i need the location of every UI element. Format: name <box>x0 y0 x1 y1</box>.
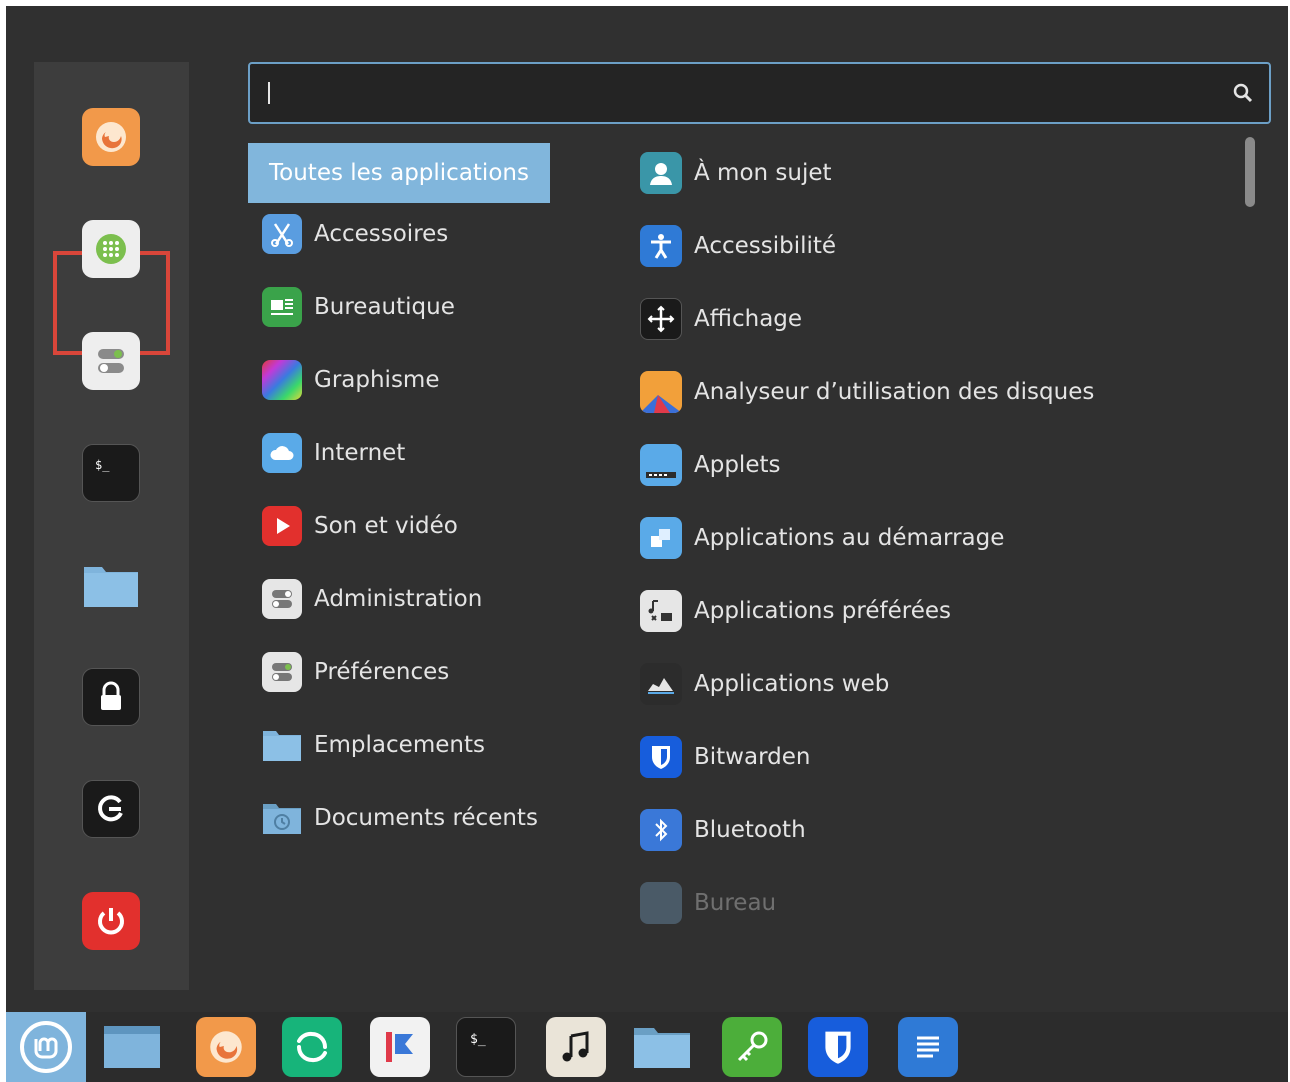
preferences-toggle-icon <box>262 652 302 692</box>
play-icon <box>262 506 302 546</box>
category-label: Emplacements <box>314 732 485 758</box>
scissors-icon <box>262 214 302 254</box>
category-label: Accessoires <box>314 221 449 247</box>
cloud-icon <box>262 433 302 473</box>
music-player-icon[interactable] <box>546 1017 606 1077</box>
firefox-icon[interactable] <box>82 108 140 166</box>
terminal-icon[interactable]: $_ <box>82 444 140 502</box>
lock-screen-icon[interactable] <box>82 668 140 726</box>
category-label: Toutes les applications <box>269 160 529 186</box>
firefox-icon[interactable] <box>196 1017 256 1077</box>
app-label: À mon sujet <box>694 160 832 186</box>
show-desktop-icon[interactable] <box>102 1017 162 1077</box>
terminal-icon[interactable]: $_ <box>456 1017 516 1077</box>
passwords-keys-icon[interactable] <box>722 1017 782 1077</box>
recent-folder-icon <box>262 798 302 838</box>
app-label: Applications préférées <box>694 598 951 624</box>
app-desktop[interactable]: Bureau <box>640 873 776 933</box>
category-preferences[interactable]: Préférences <box>248 642 550 702</box>
administration-icon <box>262 579 302 619</box>
app-bluetooth[interactable]: Bluetooth <box>640 800 806 860</box>
app-bitwarden[interactable]: Bitwarden <box>640 727 810 787</box>
user-icon <box>640 152 682 194</box>
category-administration[interactable]: Administration <box>248 569 550 629</box>
app-about-me[interactable]: À mon sujet <box>640 143 832 203</box>
text-editor-icon[interactable] <box>898 1017 958 1077</box>
category-recent-documents[interactable]: Documents récents <box>248 788 550 848</box>
preferred-applications-icon <box>640 590 682 632</box>
applets-icon <box>640 444 682 486</box>
logout-icon[interactable] <box>82 780 140 838</box>
app-label: Bitwarden <box>694 744 811 770</box>
bitwarden-icon[interactable] <box>808 1017 868 1077</box>
power-icon[interactable] <box>82 892 140 950</box>
category-label: Bureautique <box>314 294 455 320</box>
apps-scrollbar[interactable] <box>1245 137 1255 207</box>
app-preferred-applications[interactable]: Applications préférées <box>640 581 951 641</box>
taskbar: $_ <box>6 1012 1288 1082</box>
web-apps-icon <box>640 663 682 705</box>
folder-icon[interactable] <box>82 556 140 614</box>
office-document-icon <box>262 287 302 327</box>
category-label: Administration <box>314 586 483 612</box>
app-startup-applications[interactable]: Applications au démarrage <box>640 508 1004 568</box>
app-label: Bureau <box>694 890 777 916</box>
svg-text:$_: $_ <box>470 1032 486 1047</box>
category-label: Documents récents <box>314 805 538 831</box>
app-web-apps[interactable]: Applications web <box>640 654 889 714</box>
category-sound-video[interactable]: Son et vidéo <box>248 496 550 556</box>
app-label: Affichage <box>694 306 803 332</box>
flowblade-icon[interactable] <box>370 1017 430 1077</box>
app-applets[interactable]: Applets <box>640 435 780 495</box>
desktop-icon <box>640 882 682 924</box>
category-accessories[interactable]: Accessoires <box>248 204 550 264</box>
category-label: Internet <box>314 440 406 466</box>
accessibility-icon <box>640 225 682 267</box>
app-label: Applications web <box>694 671 890 697</box>
settings-toggle-icon[interactable] <box>82 332 140 390</box>
search-input[interactable] <box>248 62 1271 124</box>
element-icon[interactable] <box>282 1017 342 1077</box>
app-label: Applets <box>694 452 781 478</box>
software-manager-icon[interactable] <box>82 220 140 278</box>
display-arrows-icon <box>640 298 682 340</box>
app-display[interactable]: Affichage <box>640 289 802 349</box>
app-disk-usage-analyzer[interactable]: Analyseur d’utilisation des disques <box>640 362 1094 422</box>
category-internet[interactable]: Internet <box>248 423 550 483</box>
bluetooth-icon <box>640 809 682 851</box>
favorites-sidebar: $_ <box>34 62 189 990</box>
app-label: Bluetooth <box>694 817 806 843</box>
search-icon[interactable] <box>1231 81 1255 109</box>
category-places[interactable]: Emplacements <box>248 715 550 775</box>
application-menu: $_ Toutes les applications Accessoires B… <box>6 6 1288 1012</box>
app-label: Applications au démarrage <box>694 525 1005 551</box>
graphics-gradient-icon <box>262 360 302 400</box>
app-label: Analyseur d’utilisation des disques <box>694 379 1095 405</box>
app-accessibility[interactable]: Accessibilité <box>640 216 836 276</box>
files-icon[interactable] <box>632 1017 692 1077</box>
folder-icon <box>262 725 302 765</box>
startup-applications-icon <box>640 517 682 559</box>
category-all-applications[interactable]: Toutes les applications <box>248 143 550 203</box>
mint-menu-icon[interactable] <box>6 1012 86 1082</box>
category-label: Graphisme <box>314 367 440 393</box>
category-office[interactable]: Bureautique <box>248 277 550 337</box>
app-label: Accessibilité <box>694 233 837 259</box>
category-graphics[interactable]: Graphisme <box>248 350 550 410</box>
text-caret <box>268 82 270 104</box>
category-label: Son et vidéo <box>314 513 458 539</box>
bitwarden-shield-icon <box>640 736 682 778</box>
disk-usage-icon <box>640 371 682 413</box>
svg-text:$_: $_ <box>95 458 110 472</box>
category-label: Préférences <box>314 659 450 685</box>
